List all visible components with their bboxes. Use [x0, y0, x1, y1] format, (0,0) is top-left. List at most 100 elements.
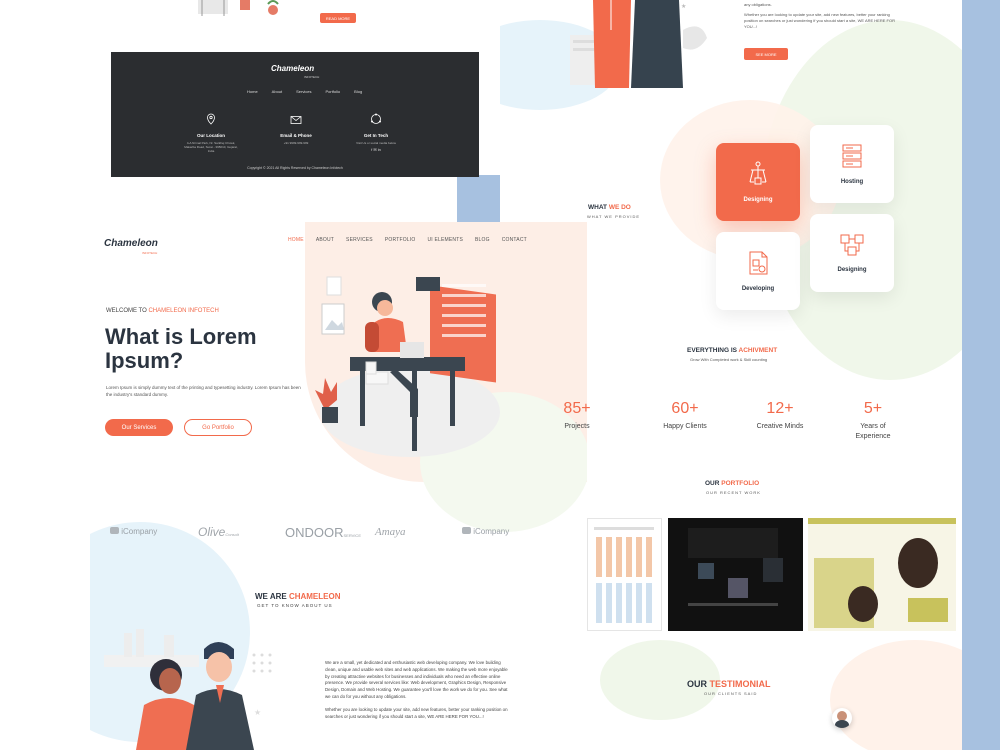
touch-title: Get In Tech — [363, 133, 389, 138]
location-block: Our Location 4-A Nirmal Park, Nr. Sarkhe… — [183, 112, 239, 154]
nav-contact[interactable]: CONTACT — [502, 237, 527, 243]
what-we-do-subtitle: WHAT WE PROVIDE — [587, 214, 641, 219]
stat-years: 5+ Years of Experience — [845, 400, 901, 442]
location-title: Our Location — [197, 133, 225, 138]
stat-label: Years of Experience — [855, 423, 891, 440]
stat-happy-clients: 60+ Happy Clients — [653, 400, 717, 432]
about-paragraph-1: We are a small, yet dedicated and enthus… — [325, 660, 508, 700]
hero-description: Lorem Ipsum is simply dummy text of the … — [106, 385, 301, 397]
about-illustration: ★ — [104, 625, 289, 750]
nav-blog[interactable]: BLOG — [475, 237, 490, 243]
footer-logo-sub: INFOTECH — [304, 75, 320, 79]
nav-ui-elements[interactable]: UI ELEMENTS — [427, 237, 463, 243]
service-label: Developing — [741, 286, 775, 292]
about-text: We are a small, yet dedicated and enthus… — [325, 660, 513, 721]
nav-services[interactable]: SERVICES — [346, 237, 373, 243]
service-label: Designing — [837, 267, 867, 273]
footer-logo: Chameleon — [271, 64, 315, 73]
see-more-button[interactable]: SEE MORE — [744, 48, 788, 60]
read-more-button[interactable]: READ MORE — [320, 13, 356, 23]
top-left-illustration — [180, 0, 290, 18]
client-logo-4: Amaya — [375, 526, 406, 538]
about-title: WE ARE CHAMELEON — [255, 592, 341, 601]
location-pin-icon — [207, 113, 215, 125]
portfolio-title: OUR PORTFOLIO — [705, 480, 760, 487]
stat-creative-minds: 12+ Creative Minds — [748, 400, 812, 432]
service-card-hosting[interactable]: Hosting — [810, 125, 894, 203]
code-file-icon — [749, 251, 768, 275]
service-card-designing-active[interactable]: Designing — [716, 143, 800, 221]
top-right-text: any obligations. Whether you are looking… — [744, 2, 904, 30]
portfolio-item-3[interactable] — [808, 518, 956, 631]
footer-nav-home[interactable]: Home — [247, 89, 258, 94]
service-card-designing[interactable]: Designing — [810, 214, 894, 292]
client-logo-5: iCompany — [462, 527, 509, 536]
about-paragraph-2: Whether you are looking to update your s… — [325, 706, 508, 719]
client-logo-1: iCompany — [110, 527, 157, 536]
envelope-icon — [290, 116, 302, 124]
nav-about[interactable]: ABOUT — [316, 237, 334, 243]
stat-number: 60+ — [671, 400, 699, 417]
go-portfolio-button[interactable]: Go Portfolio — [184, 419, 252, 436]
stat-label: Happy Clients — [663, 423, 707, 430]
design-tools-icon — [749, 161, 767, 185]
footer-nav-about[interactable]: About — [272, 89, 282, 94]
blue-strip-right — [962, 0, 1000, 750]
touch-block: Get In Tech Visit Us or social media bel… — [351, 112, 401, 152]
hero-welcome: WELCOME TO CHAMELEON INFOTECH — [106, 308, 219, 314]
client-logo-3: ONDOORSERVICE — [285, 525, 361, 540]
service-label: Designing — [743, 197, 773, 203]
location-text: 4-A Nirmal Park, Nr. Sarkhej Chowk, Maka… — [184, 141, 238, 154]
company-icon — [462, 527, 471, 534]
testimonial-title: OUR TESTIMONIAL — [687, 679, 771, 689]
our-services-button[interactable]: Our Services — [105, 419, 173, 436]
nav-portfolio[interactable]: PORTFOLIO — [385, 237, 416, 243]
top-right-text2: Whether you are looking to update your s… — [744, 12, 895, 29]
layout-design-icon — [840, 234, 864, 256]
nav-home[interactable]: HOME — [288, 237, 304, 243]
footer-nav: Home About Services Portfolio Blog — [247, 89, 362, 94]
svg-text:★: ★ — [681, 3, 686, 10]
stat-number: 85+ — [563, 400, 591, 417]
testimonial-subtitle: OUR CLIENTS SAID — [704, 691, 758, 696]
server-icon — [842, 144, 862, 168]
main-logo-text: Chameleon — [104, 238, 158, 249]
top-right-text1: any obligations. — [744, 2, 772, 7]
main-nav: HOME ABOUT SERVICES PORTFOLIO UI ELEMENT… — [288, 237, 527, 243]
email-block: Email & Phone +91 9999-999-999 — [271, 112, 321, 145]
footer-nav-blog[interactable]: Blog — [354, 89, 362, 94]
stat-label: Creative Minds — [756, 423, 804, 430]
service-label: Hosting — [840, 179, 864, 185]
touch-text: Visit Us or social media below — [356, 141, 396, 145]
share-icon — [371, 113, 381, 124]
company-icon — [110, 527, 119, 534]
top-right-illustration: ★ — [565, 0, 715, 90]
svg-text:★: ★ — [254, 708, 261, 717]
main-logo[interactable]: Chameleon INFOTECH — [104, 233, 158, 255]
hero-title: What is Lorem Ipsum? — [105, 324, 257, 374]
stat-label: Projects — [564, 423, 590, 430]
main-logo-sub: INFOTECH — [142, 251, 158, 255]
stat-number: 12+ — [766, 400, 794, 417]
portfolio-item-2[interactable] — [668, 518, 803, 631]
achievement-heading: EVERYTHING IS ACHIVMENT — [687, 347, 778, 354]
portfolio-item-1[interactable] — [587, 518, 662, 631]
footer-nav-services[interactable]: Services — [296, 89, 311, 94]
stat-number: 5+ — [863, 400, 883, 417]
email-text: +91 9999-999-999 — [283, 141, 309, 145]
hero-illustration — [300, 262, 510, 462]
client-logos: iCompany OliveConsult ONDOORSERVICE Amay… — [110, 525, 530, 541]
service-card-developing[interactable]: Developing — [716, 232, 800, 310]
footer-panel: Chameleon INFOTECH Home About Services P… — [111, 52, 479, 177]
footer-copyright: Copyright © 2021 All Rights Reserved by … — [247, 166, 343, 170]
social-icons[interactable]: f ✉ in — [351, 147, 401, 152]
stat-projects: 85+ Projects — [560, 400, 614, 432]
avatar[interactable] — [832, 708, 852, 728]
portfolio-subtitle: OUR RECENT WORK — [706, 490, 761, 495]
what-we-do-title: WHAT WE DO — [588, 204, 631, 211]
footer-nav-portfolio[interactable]: Portfolio — [325, 89, 340, 94]
client-logo-2: OliveConsult — [198, 525, 239, 539]
about-subtitle: GET TO KNOW ABOUT US — [257, 603, 333, 608]
email-title: Email & Phone — [280, 133, 312, 138]
achievement-subtitle: Grow With Completed work & Skill countin… — [690, 357, 768, 362]
